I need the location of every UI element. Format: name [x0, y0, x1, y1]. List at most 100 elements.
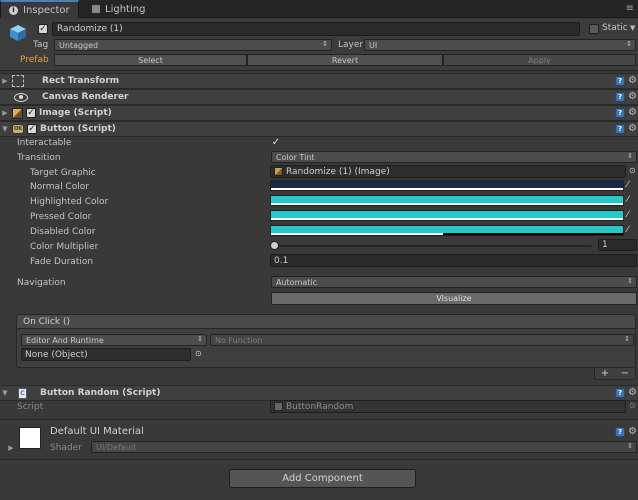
- component-title: Canvas Renderer: [42, 92, 129, 102]
- add-event-button[interactable]: +: [601, 368, 609, 379]
- help-icon[interactable]: ?: [615, 124, 625, 134]
- disabled-color-swatch[interactable]: [270, 225, 624, 236]
- gear-icon[interactable]: ⚙: [628, 124, 637, 134]
- rect-transform-header[interactable]: ▶ Rect Transform ? ⚙: [0, 73, 638, 89]
- add-component-button[interactable]: Add Component: [229, 469, 416, 488]
- name-value: Randomize (1): [57, 24, 123, 34]
- button-random-header[interactable]: ▼ C Button Random (Script) ? ⚙: [0, 385, 638, 401]
- navigation-value: Automatic: [276, 277, 318, 287]
- layer-dropdown[interactable]: UI ⇕: [364, 39, 636, 51]
- select-label: Select: [138, 55, 163, 65]
- updown-arrow-icon: ⇕: [322, 40, 328, 48]
- static-checkbox[interactable]: [589, 24, 599, 34]
- foldout-arrow-down-icon[interactable]: ▼: [0, 125, 10, 133]
- function-dropdown[interactable]: No Function ⇕: [210, 334, 634, 346]
- color-multiplier-slider-track[interactable]: [274, 245, 592, 247]
- static-label: Static: [602, 23, 628, 33]
- help-icon[interactable]: ?: [615, 92, 625, 102]
- foldout-arrow-icon[interactable]: ▶: [0, 77, 10, 85]
- visualize-label: Visualize: [436, 294, 472, 303]
- fade-duration-field[interactable]: 0.1: [270, 254, 637, 267]
- color-multiplier-label: Color Multiplier: [30, 242, 99, 252]
- separator: [0, 419, 638, 420]
- navigation-dropdown[interactable]: Automatic ⇕: [271, 276, 637, 288]
- help-icon[interactable]: ?: [615, 108, 625, 118]
- foldout-arrow-icon[interactable]: ▶: [0, 109, 10, 117]
- object-picker-icon[interactable]: ⊙: [195, 349, 202, 358]
- component-title: Button (Script): [40, 124, 116, 134]
- fade-duration-label: Fade Duration: [30, 257, 94, 267]
- button-enabled-checkbox[interactable]: ✓: [27, 124, 37, 134]
- image-script-header[interactable]: ▶ ✓ Image (Script) ? ⚙: [0, 105, 638, 121]
- eyedropper-icon[interactable]: ⁄: [627, 180, 629, 190]
- static-dropdown-icon[interactable]: ▼: [630, 24, 635, 32]
- script-thumb-icon: [274, 402, 283, 411]
- function-value: No Function: [215, 335, 263, 345]
- tab-lighting[interactable]: Lighting: [84, 0, 153, 18]
- transition-dropdown[interactable]: Color Tint ⇕: [271, 151, 637, 163]
- target-graphic-field[interactable]: Randomize (1) (Image): [270, 165, 626, 178]
- eyedropper-icon[interactable]: ⁄: [627, 225, 629, 235]
- help-icon[interactable]: ?: [615, 427, 625, 437]
- shader-dropdown[interactable]: UI/Default ⇕: [91, 441, 637, 453]
- object-picker-icon[interactable]: ⊙: [629, 166, 636, 175]
- tab-label: Lighting: [105, 3, 146, 15]
- button-script-header[interactable]: ▼ OK ✓ Button (Script) ? ⚙: [0, 121, 638, 137]
- tab-inspector[interactable]: i Inspector: [0, 0, 79, 18]
- gear-icon[interactable]: ⚙: [628, 76, 637, 86]
- remove-event-button[interactable]: −: [621, 368, 629, 379]
- visualize-button[interactable]: Visualize: [271, 292, 637, 305]
- component-title: Button Random (Script): [40, 388, 161, 398]
- eyedropper-icon[interactable]: ⁄: [627, 195, 629, 205]
- help-icon[interactable]: ?: [615, 388, 625, 398]
- active-checkbox[interactable]: ✓: [38, 24, 48, 34]
- eyedropper-icon[interactable]: ⁄: [627, 210, 629, 220]
- updown-arrow-icon: ⇕: [627, 442, 633, 450]
- image-enabled-checkbox[interactable]: ✓: [26, 108, 36, 118]
- interactable-label: Interactable: [17, 138, 72, 148]
- updown-arrow-icon: ⇕: [626, 40, 632, 48]
- runtime-dropdown[interactable]: Editor And Runtime ⇕: [21, 334, 207, 346]
- normal-color-swatch[interactable]: [270, 180, 624, 191]
- tab-menu-icon[interactable]: ≡: [626, 3, 634, 14]
- onclick-list-buttons: + −: [594, 368, 636, 380]
- prefab-label: Prefab: [20, 55, 49, 65]
- foldout-arrow-down-icon[interactable]: ▼: [0, 389, 10, 397]
- updown-arrow-icon: ⇕: [627, 152, 633, 160]
- gear-icon[interactable]: ⚙: [628, 427, 637, 437]
- interactable-checkbox[interactable]: ✓: [271, 138, 281, 148]
- tab-label: Inspector: [23, 4, 70, 16]
- tab-bar: i Inspector Lighting ≡: [0, 0, 638, 18]
- help-icon[interactable]: ?: [615, 76, 625, 86]
- highlighted-color-swatch[interactable]: [270, 195, 624, 206]
- component-title: Rect Transform: [42, 76, 120, 86]
- gear-icon[interactable]: ⚙: [628, 92, 637, 102]
- transition-label: Transition: [17, 153, 61, 163]
- onclick-object-field[interactable]: None (Object): [21, 348, 191, 361]
- foldout-arrow-icon[interactable]: ▶: [6, 444, 16, 452]
- revert-button[interactable]: Revert: [247, 54, 443, 66]
- layer-label: Layer: [338, 40, 364, 50]
- tag-dropdown[interactable]: Untagged ⇕: [54, 39, 332, 51]
- updown-arrow-icon: ⇕: [197, 335, 203, 343]
- select-button[interactable]: Select: [54, 54, 247, 66]
- apply-button[interactable]: Apply: [443, 54, 636, 66]
- gear-icon[interactable]: ⚙: [628, 388, 637, 398]
- pressed-color-swatch[interactable]: [270, 210, 624, 221]
- updown-arrow-icon: ⇕: [624, 335, 630, 343]
- image-thumb-icon: [274, 167, 283, 176]
- revert-label: Revert: [331, 55, 359, 65]
- add-component-label: Add Component: [282, 473, 363, 484]
- normal-color-label: Normal Color: [30, 182, 89, 192]
- canvas-renderer-header[interactable]: Canvas Renderer ? ⚙: [0, 89, 638, 105]
- target-graphic-label: Target Graphic: [30, 168, 96, 178]
- button-component-icon: OK: [12, 124, 24, 134]
- onclick-title: On Click (): [23, 317, 70, 327]
- gear-icon[interactable]: ⚙: [628, 108, 637, 118]
- name-field[interactable]: Randomize (1): [52, 22, 580, 36]
- color-multiplier-slider-knob[interactable]: [270, 241, 279, 250]
- script-label: Script: [17, 402, 44, 412]
- onclick-header: On Click (): [17, 315, 635, 329]
- gameobject-header: ✓ Randomize (1) Static ▼ Tag Untagged ⇕ …: [0, 19, 638, 71]
- color-multiplier-field[interactable]: 1: [598, 239, 637, 251]
